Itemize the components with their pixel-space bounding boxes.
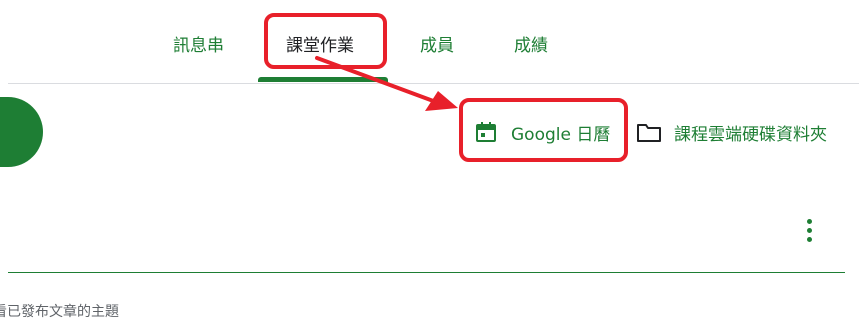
class-drive-folder-label: 課程雲端硬碟資料夾 — [674, 124, 827, 145]
topic-view-text: 看已發布文章的主題 — [0, 304, 119, 320]
annotation-highlight-calendar-link — [459, 98, 628, 162]
folder-icon — [636, 119, 662, 145]
more-vertical-icon[interactable] — [797, 216, 821, 244]
section-divider — [8, 272, 845, 273]
class-drive-folder-link[interactable]: 課程雲端硬碟資料夾 — [636, 118, 827, 146]
